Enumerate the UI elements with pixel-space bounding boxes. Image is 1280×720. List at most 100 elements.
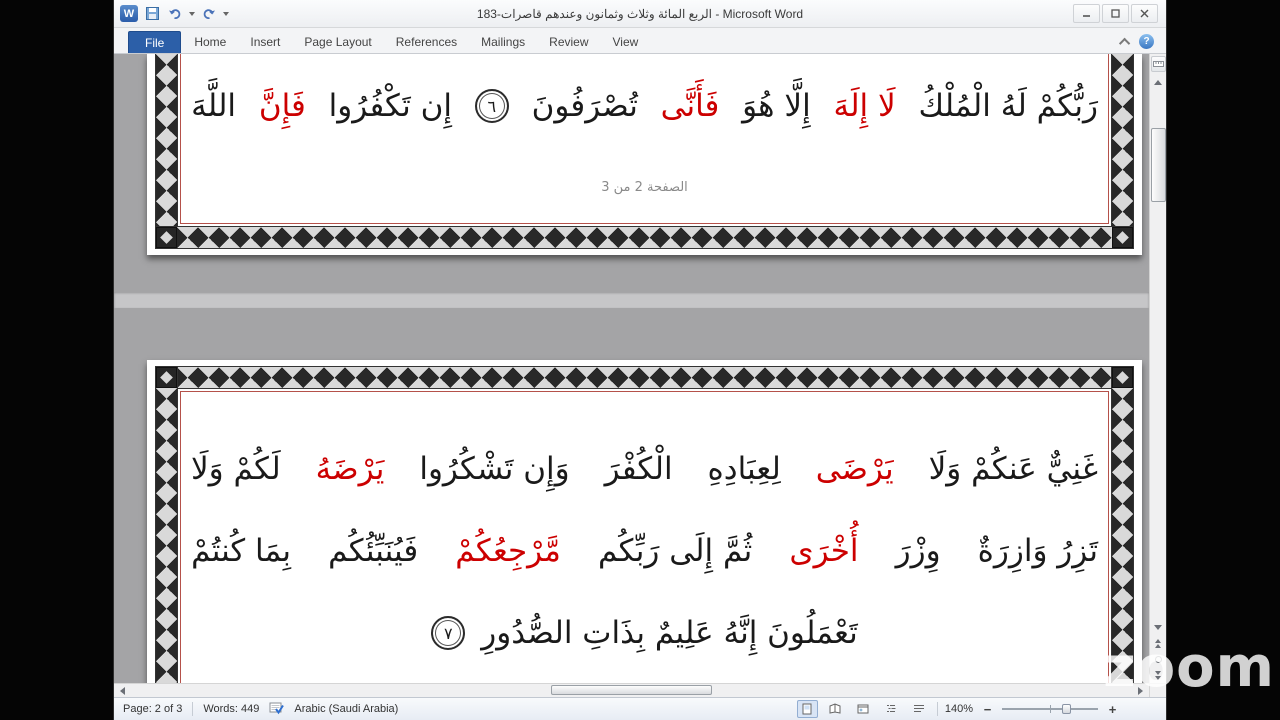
window-controls — [1073, 4, 1166, 23]
tab-page-layout[interactable]: Page Layout — [293, 31, 382, 53]
quran-text-segment: إِلَّا هُوَ — [742, 88, 811, 124]
view-outline-button[interactable] — [881, 700, 902, 718]
window-title: الربع المائة وثلاث وثمانون وعندهم قاصرات… — [476, 6, 804, 21]
letterbox-left — [0, 0, 114, 720]
vertical-scrollbar[interactable] — [1149, 54, 1166, 683]
tab-view[interactable]: View — [602, 31, 650, 53]
left-arrow-icon — [120, 686, 125, 695]
word-count[interactable]: Words: 449 — [203, 703, 259, 715]
language-indicator[interactable]: Arabic (Saudi Arabia) — [294, 703, 398, 715]
undo-dropdown-caret[interactable] — [189, 11, 195, 16]
quran-text-segment: تُصْرَفُونَ — [531, 88, 638, 124]
border-corner-ornament — [1112, 227, 1133, 248]
customize-qat-caret[interactable] — [223, 11, 229, 16]
quran-text-segment: مَّرْجِعُكُمْ — [455, 533, 561, 569]
zoom-slider[interactable] — [1002, 703, 1098, 715]
minimize-button[interactable] — [1073, 4, 1100, 23]
save-icon — [145, 7, 159, 20]
tab-insert[interactable]: Insert — [239, 31, 291, 53]
undo-button[interactable] — [166, 5, 184, 23]
quran-line: رَبُّكُمْ لَهُ الْمُلْكُ لَا إِلَهَ إِلَ… — [191, 70, 1098, 142]
screen: W الربع المائة وثلاث وثمانون وعندهم قاصر… — [0, 0, 1280, 720]
quran-text-segment: وِزْرَ — [895, 533, 941, 569]
full-screen-reading-icon — [829, 703, 841, 714]
separator — [936, 702, 938, 716]
quran-text-segment: لَا إِلَهَ — [833, 88, 896, 124]
word-window: W الربع المائة وثلاث وثمانون وعندهم قاصر… — [114, 0, 1166, 720]
quran-text-segment: يَرْضَهُ — [315, 451, 385, 487]
up-arrow-icon — [1154, 79, 1162, 85]
page-border-ornament — [155, 366, 178, 683]
undo-icon — [169, 8, 181, 19]
quran-text-segment: وَإِن تَشْكُرُوا — [419, 451, 570, 487]
quran-text-segment: الْكُفْرَ — [604, 451, 673, 487]
quran-text-segment: لِعِبَادِهِ — [707, 451, 781, 487]
verse-marker-6: ٦ — [474, 89, 509, 123]
quran-text-segment: فَإِنَّ — [258, 88, 306, 124]
scroll-left-button[interactable] — [114, 684, 131, 697]
quran-line: تَزِرُ وَازِرَةٌ وِزْرَ أُخْرَى ثُمَّ إِ… — [191, 510, 1098, 592]
help-button[interactable]: ? — [1139, 34, 1154, 49]
view-full-screen-reading-button[interactable] — [825, 700, 846, 718]
ribbon-tab-bar: File Home Insert Page Layout References … — [114, 28, 1166, 54]
tab-mailings[interactable]: Mailings — [470, 31, 536, 53]
minimize-icon — [1083, 15, 1090, 17]
border-corner-ornament — [156, 367, 177, 388]
tab-file[interactable]: File — [128, 31, 182, 53]
ruler-toggle-button[interactable] — [1150, 56, 1166, 72]
document-area: رَبُّكُمْ لَهُ الْمُلْكُ لَا إِلَهَ إِلَ… — [114, 54, 1166, 683]
title-bar: W الربع المائة وثلاث وثمانون وعندهم قاصر… — [114, 0, 1166, 28]
maximize-button[interactable] — [1102, 4, 1129, 23]
web-layout-icon — [857, 704, 869, 714]
zoom-in-button[interactable]: + — [1105, 703, 1120, 716]
page-gap-band — [114, 292, 1149, 308]
tab-references[interactable]: References — [385, 31, 468, 53]
horizontal-scroll-thumb[interactable] — [551, 685, 712, 695]
letterbox-right — [1166, 0, 1280, 720]
proofing-status-button[interactable] — [269, 701, 285, 718]
word-app-icon[interactable]: W — [120, 5, 138, 22]
quran-text-segment: فَأَنَّى — [660, 88, 720, 124]
quran-text-segment: ثُمَّ إِلَى رَبِّكُم — [598, 533, 753, 569]
scroll-down-button[interactable] — [1149, 619, 1166, 635]
view-web-layout-button[interactable] — [853, 700, 874, 718]
zoom-out-button[interactable]: − — [980, 703, 995, 716]
vertical-scroll-thumb[interactable] — [1151, 128, 1166, 202]
outline-view-icon — [887, 705, 896, 712]
document-page-2[interactable]: رَبُّكُمْ لَهُ الْمُلْكُ لَا إِلَهَ إِلَ… — [147, 54, 1142, 255]
close-button[interactable] — [1131, 4, 1158, 23]
quran-text-segment: لَكُمْ وَلَا — [191, 451, 281, 487]
repeat-icon — [203, 8, 215, 19]
verse-number: ٦ — [487, 96, 497, 116]
page-border-ornament — [155, 226, 1134, 249]
tab-home[interactable]: Home — [183, 31, 237, 53]
scroll-up-button[interactable] — [1149, 74, 1166, 90]
vertical-scroll-track[interactable] — [1150, 90, 1166, 619]
repeat-button[interactable] — [200, 5, 218, 23]
minimize-ribbon-chevron-icon[interactable] — [1118, 37, 1131, 49]
close-icon — [1140, 9, 1149, 18]
view-print-layout-button[interactable] — [796, 700, 818, 718]
document-page-3[interactable]: غَنِيٌّ عَنكُمْ وَلَا يَرْضَى لِعِبَادِه… — [147, 360, 1142, 683]
page-border-ornament — [155, 54, 178, 249]
quick-access-toolbar: W — [114, 5, 229, 23]
quran-text-segment: رَبُّكُمْ لَهُ الْمُلْكُ — [918, 88, 1099, 124]
print-layout-icon — [802, 703, 812, 715]
quran-line: غَنِيٌّ عَنكُمْ وَلَا يَرْضَى لِعِبَادِه… — [191, 428, 1098, 510]
page-content: غَنِيٌّ عَنكُمْ وَلَا يَرْضَى لِعِبَادِه… — [191, 428, 1098, 674]
quran-text-segment: غَنِيٌّ عَنكُمْ وَلَا — [928, 451, 1098, 487]
quran-line: تَعْمَلُونَ إِنَّهُ عَلِيمٌ بِذَاتِ الصُ… — [191, 592, 1098, 674]
page-indicator[interactable]: Page: 2 of 3 — [123, 703, 182, 715]
verse-marker-7: ٧ — [431, 616, 466, 650]
horizontal-scroll-track[interactable] — [131, 684, 1132, 697]
quran-text-segment: تَزِرُ وَازِرَةٌ — [977, 533, 1098, 569]
tab-review[interactable]: Review — [538, 31, 599, 53]
view-draft-button[interactable] — [909, 700, 930, 718]
zoom-slider-thumb[interactable] — [1061, 704, 1071, 714]
zoom-level[interactable]: 140% — [945, 703, 973, 715]
horizontal-scrollbar[interactable] — [114, 683, 1166, 697]
draft-view-icon — [914, 705, 925, 712]
status-bar: Page: 2 of 3 Words: 449 Arabic (Saudi Ar… — [114, 697, 1166, 720]
save-button[interactable] — [143, 5, 161, 23]
quran-text-segment: يَرْضَى — [815, 451, 894, 487]
